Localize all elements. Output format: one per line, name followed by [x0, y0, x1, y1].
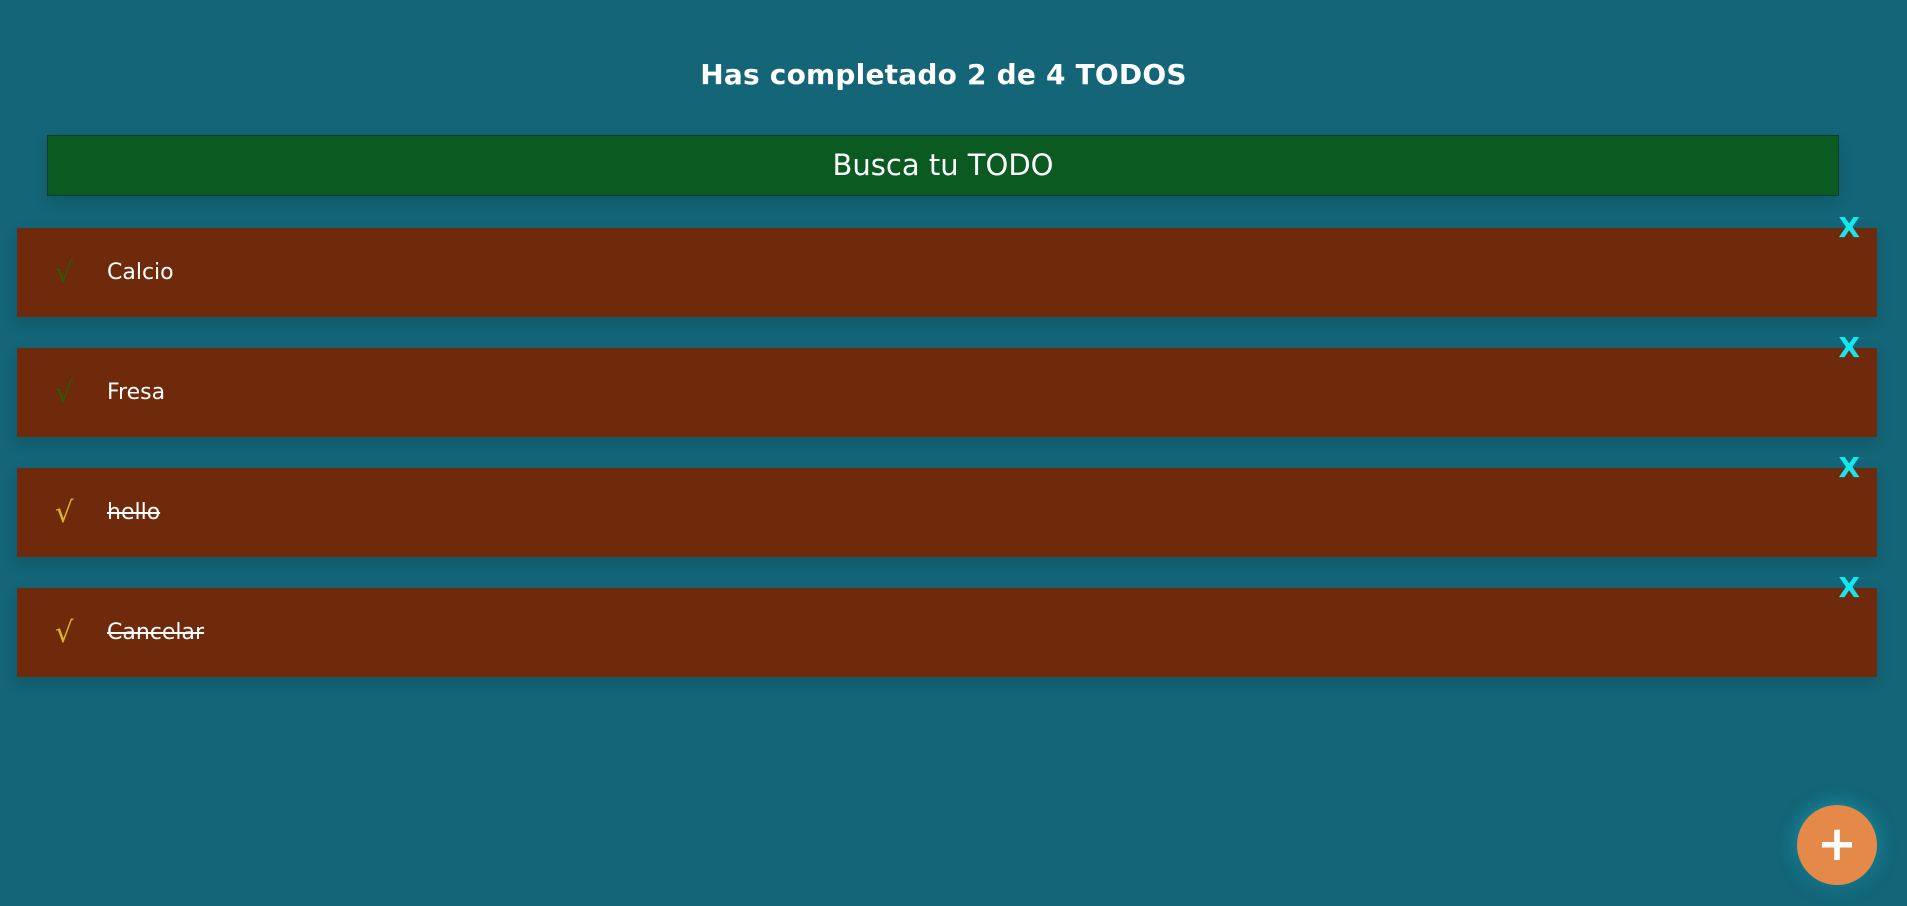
check-icon[interactable]: √: [55, 468, 73, 557]
todo-text: Cancelar: [107, 620, 205, 645]
todo-item: √ Calcio X: [17, 211, 1877, 317]
todo-list: √ Calcio X √ Fresa X √ hello X √ Cancela…: [17, 211, 1877, 708]
todo-item: √ hello X: [17, 451, 1877, 557]
check-icon[interactable]: √: [55, 228, 73, 317]
delete-button[interactable]: X: [1838, 451, 1860, 485]
todo-text: Fresa: [107, 380, 166, 405]
todo-text: hello: [107, 500, 161, 525]
delete-button[interactable]: X: [1838, 211, 1860, 245]
todo-text: Calcio: [107, 260, 174, 285]
todo-counter-heading: Has completado 2 de 4 TODOS: [700, 57, 1187, 91]
delete-button[interactable]: X: [1838, 331, 1860, 365]
todo-item: √ Fresa X: [17, 331, 1877, 437]
delete-button[interactable]: X: [1838, 571, 1860, 605]
check-icon[interactable]: √: [55, 588, 73, 677]
search-input[interactable]: Busca tu TODO: [47, 135, 1839, 196]
todo-item: √ Cancelar X: [17, 571, 1877, 677]
add-todo-button[interactable]: +: [1797, 805, 1877, 885]
check-icon[interactable]: √: [55, 348, 73, 437]
